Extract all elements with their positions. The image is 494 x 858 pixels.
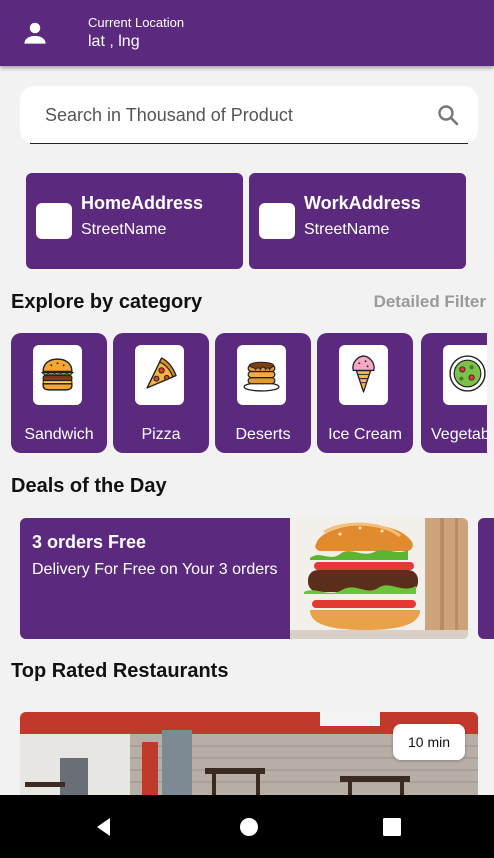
category-label: Vegetab (431, 426, 487, 443)
current-location-label: Current Location (88, 15, 185, 30)
search-input[interactable]: Search in Thousand of Product (45, 105, 293, 126)
deal-card[interactable]: 3 orders Free Delivery For Free on Your … (20, 518, 468, 639)
next-deal-card[interactable] (478, 518, 494, 639)
burger-image (290, 518, 468, 639)
category-tile (339, 345, 388, 405)
explore-category-title: Explore by category (11, 291, 203, 313)
pizza-icon (146, 357, 177, 389)
category-label: Sandwich (24, 426, 94, 443)
category-vegetables[interactable]: Vegetab (421, 333, 487, 453)
deal-title: 3 orders Free (32, 532, 147, 552)
category-label: Pizza (141, 426, 181, 443)
home-address-card[interactable]: HomeAddress StreetName (26, 173, 243, 269)
category-tile (443, 345, 487, 405)
category-deserts[interactable]: Deserts (215, 333, 311, 453)
home-address-icon (36, 203, 72, 239)
category-tile (135, 345, 184, 405)
ice-cream-icon (352, 355, 375, 393)
delivery-time-badge: 10 min (393, 724, 465, 760)
work-address-name: WorkAddress (304, 193, 421, 213)
deals-title: Deals of the Day (11, 475, 167, 497)
detailed-filter-link[interactable]: Detailed Filter (374, 292, 486, 312)
pancakes-icon (243, 361, 280, 392)
category-label: Ice Cream (328, 426, 402, 443)
home-address-name: HomeAddress (81, 193, 204, 213)
salad-icon (449, 355, 486, 392)
category-sandwich[interactable]: Sandwich (11, 333, 107, 453)
home-address-street: StreetName (81, 221, 167, 238)
category-label: Deserts (235, 426, 291, 443)
category-ice-cream[interactable]: Ice Cream (317, 333, 413, 453)
category-pizza[interactable]: Pizza (113, 333, 209, 453)
recents-icon[interactable] (380, 815, 404, 839)
work-address-street: StreetName (304, 221, 390, 238)
category-tile (237, 345, 286, 405)
work-address-card[interactable]: WorkAddress StreetName (249, 173, 466, 269)
search-icon[interactable] (436, 103, 460, 127)
search-bar[interactable]: Search in Thousand of Product (20, 86, 478, 144)
category-list[interactable]: Sandwich Pizza Deserts Ice Cream Vegetab (11, 333, 487, 453)
app-bar: Current Location lat , lng (0, 0, 494, 66)
home-icon[interactable] (237, 815, 261, 839)
deal-subtitle: Delivery For Free on Your 3 orders (32, 561, 278, 578)
person-icon[interactable] (20, 18, 50, 48)
search-underline (30, 143, 468, 144)
system-navigation-bar (0, 795, 494, 858)
current-location-value[interactable]: lat , lng (88, 33, 140, 51)
top-rated-title: Top Rated Restaurants (11, 660, 229, 682)
work-address-icon (259, 203, 295, 239)
burger-icon (40, 358, 75, 391)
back-icon[interactable] (92, 815, 116, 839)
category-tile (33, 345, 82, 405)
